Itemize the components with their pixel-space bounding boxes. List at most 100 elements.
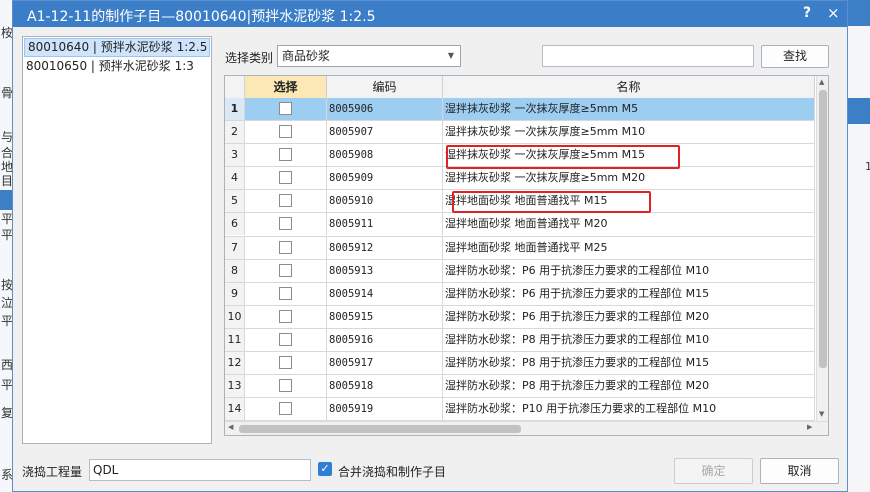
horizontal-scrollbar[interactable]: ◀ ▶ — [225, 421, 828, 435]
row-checkbox[interactable] — [279, 171, 292, 185]
row-number: 3 — [225, 144, 245, 167]
table-row[interactable]: 9 8005914 湿拌防水砂浆：P6 用于抗渗压力要求的工程部位 M15 — [225, 282, 815, 306]
scroll-thumb[interactable] — [819, 90, 827, 368]
ok-button[interactable]: 确定 — [674, 458, 753, 484]
table-row[interactable]: 6 8005911 湿拌地面砂浆 地面普通找平 M20 — [225, 213, 815, 237]
code-cell: 8005910 — [327, 190, 443, 213]
row-checkbox[interactable] — [279, 332, 292, 346]
scroll-left-icon[interactable]: ◀ — [228, 423, 233, 431]
search-input[interactable] — [542, 45, 754, 67]
code-cell: 8005919 — [327, 398, 443, 421]
select-cell[interactable] — [245, 375, 327, 398]
select-cell[interactable] — [245, 167, 327, 190]
row-checkbox[interactable] — [279, 217, 292, 231]
material-list-item[interactable]: 80010640 | 预拌水泥砂浆 1:2.5 — [24, 38, 210, 57]
name-cell: 湿拌抹灰砂浆 一次抹灰厚度≥5mm M10 — [443, 121, 815, 144]
name-cell: 湿拌防水砂浆：P6 用于抗渗压力要求的工程部位 M10 — [443, 259, 815, 282]
row-number: 10 — [225, 305, 245, 328]
select-cell[interactable] — [245, 328, 327, 351]
select-cell[interactable] — [245, 352, 327, 375]
column-header-select[interactable]: 选择 — [245, 76, 327, 98]
row-number: 9 — [225, 282, 245, 305]
scroll-right-icon[interactable]: ▶ — [807, 423, 812, 431]
background-number: 1 — [865, 160, 870, 173]
dialog-title: A1-12-11的制作子目—80010640|预拌水泥砂浆 1:2.5 — [27, 9, 376, 25]
row-checkbox[interactable] — [279, 379, 292, 393]
find-button[interactable]: 查找 — [761, 45, 829, 68]
row-checkbox[interactable] — [279, 125, 292, 139]
row-number: 7 — [225, 236, 245, 259]
select-cell[interactable] — [245, 121, 327, 144]
row-checkbox[interactable] — [279, 402, 292, 416]
table-header: 选择 编码 名称 — [225, 76, 815, 99]
code-cell: 8005907 — [327, 121, 443, 144]
row-number: 8 — [225, 259, 245, 282]
background-header-bar — [847, 0, 870, 26]
vertical-scrollbar[interactable]: ▲ ▼ — [816, 76, 828, 421]
row-checkbox[interactable] — [279, 263, 292, 277]
select-cell[interactable] — [245, 213, 327, 236]
pour-quantity-input[interactable]: QDL — [89, 459, 311, 481]
merge-label[interactable]: 合并浇捣和制作子目 — [338, 463, 446, 480]
row-checkbox[interactable] — [279, 240, 292, 254]
select-cell[interactable] — [245, 98, 327, 120]
name-cell: 湿拌地面砂浆 地面普通找平 M25 — [443, 236, 815, 259]
column-header-name[interactable]: 名称 — [443, 76, 815, 98]
name-cell: 湿拌防水砂浆：P8 用于抗渗压力要求的工程部位 M20 — [443, 375, 815, 398]
scroll-thumb[interactable] — [239, 425, 521, 433]
name-cell: 湿拌防水砂浆：P6 用于抗渗压力要求的工程部位 M15 — [443, 282, 815, 305]
column-header-code[interactable]: 编码 — [327, 76, 443, 98]
merge-checkbox[interactable]: ✓ — [318, 462, 332, 476]
row-checkbox[interactable] — [279, 356, 292, 370]
scroll-down-icon[interactable]: ▼ — [819, 410, 824, 418]
name-cell: 湿拌防水砂浆：P10 用于抗渗压力要求的工程部位 M10 — [443, 398, 815, 421]
table-row[interactable]: 14 8005919 湿拌防水砂浆：P10 用于抗渗压力要求的工程部位 M10 — [225, 398, 815, 422]
table-row[interactable]: 1 8005906 湿拌抹灰砂浆 一次抹灰厚度≥5mm M5 — [225, 98, 815, 122]
row-checkbox[interactable] — [279, 148, 292, 162]
scroll-up-icon[interactable]: ▲ — [819, 78, 824, 86]
select-cell[interactable] — [245, 236, 327, 259]
table-row[interactable]: 2 8005907 湿拌抹灰砂浆 一次抹灰厚度≥5mm M10 — [225, 121, 815, 145]
select-cell[interactable] — [245, 144, 327, 167]
dialog-titlebar[interactable]: A1-12-11的制作子目—80010640|预拌水泥砂浆 1:2.5 ? × — [13, 1, 847, 27]
material-list-item[interactable]: 80010650 | 预拌水泥砂浆 1:3 — [23, 58, 211, 75]
name-cell: 湿拌防水砂浆：P8 用于抗渗压力要求的工程部位 M10 — [443, 328, 815, 351]
select-cell[interactable] — [245, 398, 327, 421]
row-number: 14 — [225, 398, 245, 421]
code-cell: 8005916 — [327, 328, 443, 351]
name-cell: 湿拌抹灰砂浆 一次抹灰厚度≥5mm M20 — [443, 167, 815, 190]
highlight-box — [446, 145, 680, 169]
column-header-index — [225, 76, 245, 98]
table-row[interactable]: 8 8005913 湿拌防水砂浆：P6 用于抗渗压力要求的工程部位 M10 — [225, 259, 815, 283]
code-cell: 8005913 — [327, 259, 443, 282]
background-right-panel: 1 — [846, 0, 870, 492]
material-table: 选择 编码 名称 1 8005906 湿拌抹灰砂浆 一次抹灰厚度≥5mm M5 2 80… — [224, 75, 829, 436]
category-select-value: 商品砂浆 — [282, 49, 331, 63]
table-row[interactable]: 11 8005916 湿拌防水砂浆：P8 用于抗渗压力要求的工程部位 M10 — [225, 328, 815, 353]
row-number: 1 — [225, 98, 245, 120]
code-cell: 8005906 — [327, 98, 443, 120]
close-icon[interactable]: × — [827, 4, 840, 22]
help-icon[interactable]: ? — [803, 5, 811, 21]
row-checkbox[interactable] — [279, 102, 292, 115]
table-row[interactable]: 10 8005915 湿拌防水砂浆：P6 用于抗渗压力要求的工程部位 M20 — [225, 305, 815, 329]
chevron-down-icon[interactable]: ▼ — [448, 46, 454, 66]
table-row[interactable]: 13 8005918 湿拌防水砂浆：P8 用于抗渗压力要求的工程部位 M20 — [225, 375, 815, 399]
table-row[interactable]: 12 8005917 湿拌防水砂浆：P8 用于抗渗压力要求的工程部位 M15 — [225, 352, 815, 376]
row-number: 5 — [225, 190, 245, 213]
table-row[interactable]: 7 8005912 湿拌地面砂浆 地面普通找平 M25 — [225, 236, 815, 260]
row-checkbox[interactable] — [279, 194, 292, 208]
select-cell[interactable] — [245, 282, 327, 305]
code-cell: 8005917 — [327, 352, 443, 375]
cancel-button[interactable]: 取消 — [760, 458, 839, 484]
select-cell[interactable] — [245, 305, 327, 328]
name-cell: 湿拌地面砂浆 地面普通找平 M20 — [443, 213, 815, 236]
row-checkbox[interactable] — [279, 286, 292, 300]
pour-quantity-label: 浇捣工程量 — [22, 465, 83, 479]
select-cell[interactable] — [245, 190, 327, 213]
select-cell[interactable] — [245, 259, 327, 282]
table-row[interactable]: 4 8005909 湿拌抹灰砂浆 一次抹灰厚度≥5mm M20 — [225, 167, 815, 191]
material-list[interactable]: 80010640 | 预拌水泥砂浆 1:2.5 80010650 | 预拌水泥砂… — [22, 36, 212, 444]
category-select[interactable]: 商品砂浆 ▼ — [277, 45, 461, 67]
row-checkbox[interactable] — [279, 309, 292, 323]
